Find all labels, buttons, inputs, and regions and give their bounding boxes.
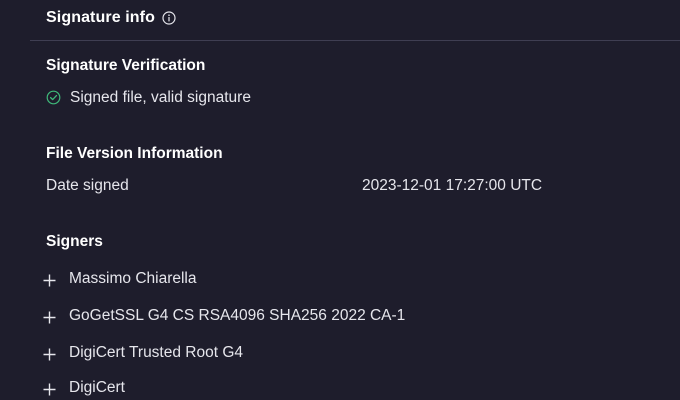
signers-heading: Signers xyxy=(46,233,103,250)
signer-row-gogetssl[interactable]: GoGetSSL G4 CS RSA4096 SHA256 2022 CA-1 xyxy=(40,304,440,328)
header-divider xyxy=(30,40,680,41)
verification-status-text: Signed file, valid signature xyxy=(70,89,251,106)
signature-info-header: Signature info xyxy=(0,0,680,40)
signer-row-massimo-chiarella[interactable]: Massimo Chiarella xyxy=(40,267,440,291)
signer-name: GoGetSSL G4 CS RSA4096 SHA256 2022 CA-1 xyxy=(69,307,406,324)
page-title: Signature info xyxy=(46,9,155,26)
info-icon[interactable] xyxy=(162,11,176,25)
plus-icon[interactable] xyxy=(43,274,56,287)
signer-row-digicert[interactable]: DigiCert xyxy=(40,376,440,400)
plus-icon[interactable] xyxy=(43,348,56,361)
file-version-heading: File Version Information xyxy=(46,145,223,162)
check-circle-icon xyxy=(46,90,61,105)
signature-verification-heading: Signature Verification xyxy=(46,57,206,74)
plus-icon[interactable] xyxy=(43,311,56,324)
signer-name: DigiCert xyxy=(69,379,125,396)
signer-name: Massimo Chiarella xyxy=(69,270,197,287)
signer-name: DigiCert Trusted Root G4 xyxy=(69,344,244,361)
signer-row-digicert-trusted-root-g4[interactable]: DigiCert Trusted Root G4 xyxy=(40,341,440,365)
date-signed-value: 2023-12-01 17:27:00 UTC xyxy=(362,177,543,194)
date-signed-label: Date signed xyxy=(46,177,129,194)
plus-icon[interactable] xyxy=(43,383,56,396)
